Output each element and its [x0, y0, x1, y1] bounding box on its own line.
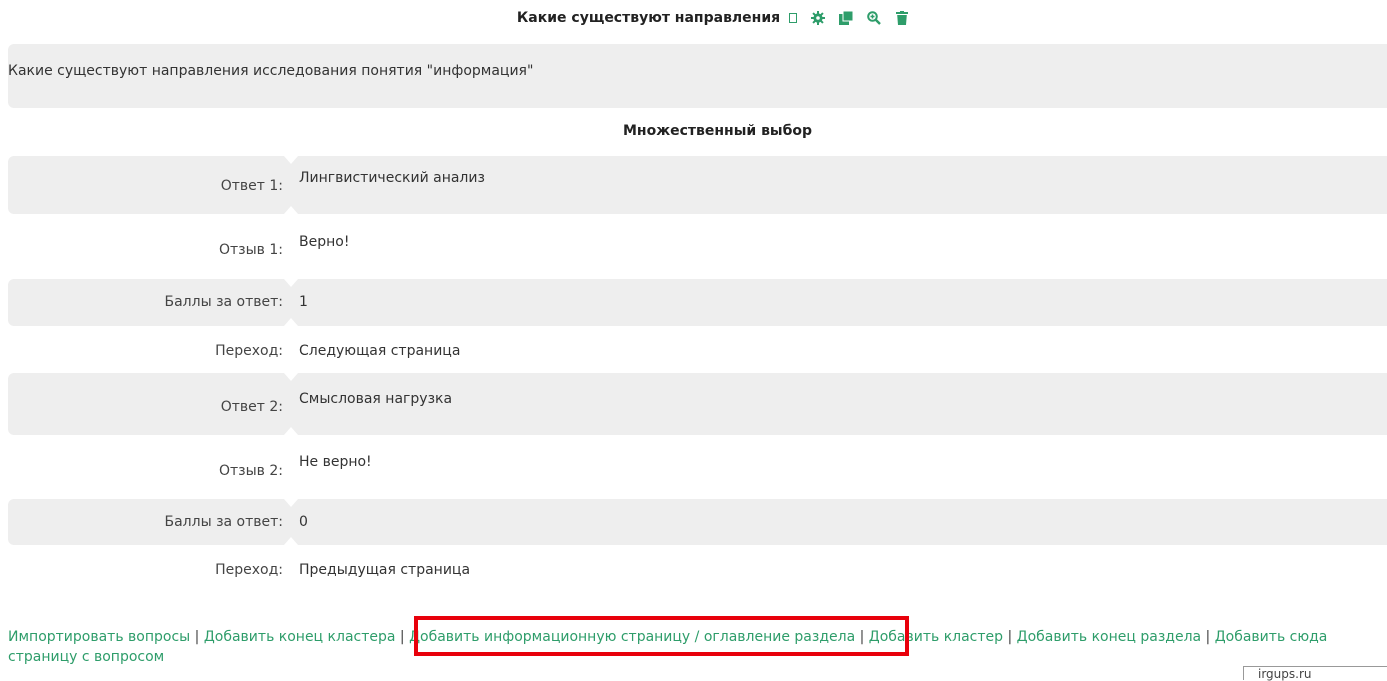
feedback-label: Отзыв 2: [219, 463, 283, 479]
question-text: Какие существуют направления исследовани… [8, 63, 534, 79]
import-questions-link[interactable]: Импортировать вопросы [8, 629, 190, 645]
link-separator: | [1003, 629, 1017, 645]
bookmark-icon[interactable] [788, 10, 798, 26]
question-type: Множественный выбор [622, 123, 813, 139]
gear-icon[interactable] [810, 10, 826, 26]
add-cluster-link[interactable]: Добавить кластер [869, 629, 1003, 645]
row-notch [284, 156, 298, 164]
add-section-end-link[interactable]: Добавить конец раздела [1017, 629, 1201, 645]
score-row: Баллы за ответ: 0 [8, 499, 1387, 545]
feedback-label: Отзыв 1: [219, 242, 283, 258]
link-separator: | [1201, 629, 1215, 645]
row-notch [284, 427, 298, 435]
row-notch [284, 206, 298, 214]
answer-row: Ответ 2: Смысловая нагрузка [8, 373, 1387, 435]
row-notch [284, 373, 298, 381]
copy-icon[interactable] [838, 10, 854, 26]
row-notch [284, 537, 298, 545]
jump-label: Переход: [215, 562, 283, 578]
page-title: Какие существуют направления [516, 10, 781, 26]
feedback-row: Отзыв 2: Не верно! [8, 435, 1387, 499]
jump-row: Переход: Следующая страница [8, 326, 1387, 373]
jump-label: Переход: [215, 343, 283, 359]
score-label: Баллы за ответ: [164, 294, 283, 310]
add-page-links: Импортировать вопросы | Добавить конец к… [8, 627, 1387, 667]
question-table: Какие существуют направления исследовани… [8, 44, 1387, 591]
jump-row: Переход: Предыдущая страница [8, 545, 1387, 591]
answer-label: Ответ 2: [220, 399, 283, 415]
question-text-row: Какие существуют направления исследовани… [8, 44, 1387, 108]
row-notch [284, 279, 298, 287]
question-type-row: Множественный выбор [8, 108, 1387, 156]
feedback-text: Верно! [299, 234, 350, 250]
jump-value: Следующая страница [299, 343, 461, 359]
jump-value: Предыдущая страница [299, 562, 471, 578]
link-separator: | [190, 629, 204, 645]
score-row: Баллы за ответ: 1 [8, 279, 1387, 326]
row-notch [284, 318, 298, 326]
link-separator: | [855, 629, 869, 645]
add-cluster-end-link[interactable]: Добавить конец кластера [204, 629, 396, 645]
answer-row: Ответ 1: Лингвистический анализ [8, 156, 1387, 214]
feedback-text: Не верно! [299, 454, 372, 470]
score-value: 1 [299, 294, 308, 310]
row-notch [284, 499, 298, 507]
link-separator: | [395, 629, 410, 645]
add-info-page-link[interactable]: Добавить информационную страницу / оглав… [409, 629, 855, 645]
score-value: 0 [299, 514, 308, 530]
zoom-in-icon[interactable] [866, 10, 882, 26]
answer-text: Лингвистический анализ [299, 170, 485, 186]
answer-label: Ответ 1: [220, 178, 283, 194]
answer-text: Смысловая нагрузка [299, 391, 453, 407]
score-label: Баллы за ответ: [164, 514, 283, 530]
feedback-row: Отзыв 1: Верно! [8, 214, 1387, 279]
page-header: Какие существуют направления [0, 0, 1387, 44]
trash-icon[interactable] [894, 10, 910, 26]
